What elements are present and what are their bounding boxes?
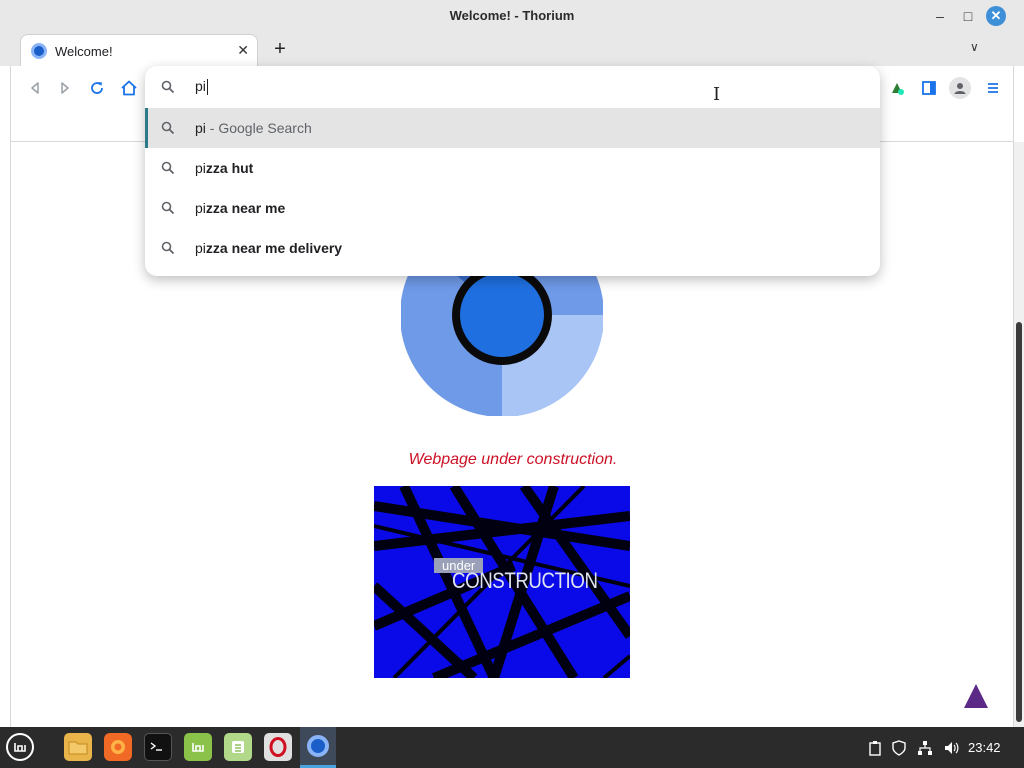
tab-strip: Welcome! ✕ + ∨ xyxy=(0,32,1024,66)
scrollbar-thumb[interactable] xyxy=(1016,322,1022,722)
volume-icon[interactable] xyxy=(942,739,960,757)
forward-icon[interactable] xyxy=(55,78,75,98)
under-construction-image: under CONSTRUCTION xyxy=(374,486,630,678)
reload-icon[interactable] xyxy=(87,78,107,98)
search-icon xyxy=(161,161,175,178)
minimize-button[interactable]: – xyxy=(930,6,950,26)
search-icon xyxy=(161,121,175,138)
address-bar[interactable]: pi I xyxy=(145,66,880,108)
tab-welcome[interactable]: Welcome! ✕ xyxy=(20,34,258,66)
maximize-button[interactable]: □ xyxy=(958,6,978,26)
calculator-icon[interactable] xyxy=(224,733,252,761)
shield-icon[interactable] xyxy=(890,739,908,757)
home-icon[interactable] xyxy=(119,78,139,98)
window-title: Welcome! - Thorium xyxy=(449,8,575,23)
extension-icon[interactable] xyxy=(887,78,907,98)
suggestion-item[interactable]: pizza hut xyxy=(145,148,880,188)
suggestion-item[interactable]: pizza near me xyxy=(145,188,880,228)
new-tab-button[interactable]: + xyxy=(270,38,290,61)
search-icon xyxy=(161,201,175,218)
search-icon xyxy=(161,241,175,258)
suggestion-text: pizza near me delivery xyxy=(195,240,343,256)
back-icon[interactable] xyxy=(25,78,45,98)
firefox-icon[interactable] xyxy=(104,733,132,761)
network-icon[interactable] xyxy=(916,739,934,757)
profile-icon[interactable] xyxy=(949,77,971,99)
terminal-icon[interactable] xyxy=(144,733,172,761)
suggestion-text: pizza hut xyxy=(195,160,254,176)
start-menu-icon[interactable] xyxy=(6,733,34,761)
address-input[interactable]: pi xyxy=(195,78,208,96)
clock[interactable]: 23:42 xyxy=(968,740,1001,755)
construction-label: CONSTRUCTION xyxy=(452,568,598,593)
thorium-icon xyxy=(307,735,329,757)
clipboard-tray-icon[interactable] xyxy=(866,739,884,757)
opera-icon[interactable] xyxy=(264,733,292,761)
construction-message: Webpage under construction. xyxy=(408,451,618,468)
suggestion-text: pizza near me xyxy=(195,200,286,216)
software-manager-icon[interactable] xyxy=(184,733,212,761)
tab-search-chevron-down-icon[interactable]: ∨ xyxy=(970,40,979,54)
suggestion-item[interactable]: pi - Google Search xyxy=(145,108,880,148)
tab-label: Welcome! xyxy=(55,44,113,59)
scroll-to-top-triangle-icon[interactable] xyxy=(964,684,988,708)
suggestion-item[interactable]: pizza near me delivery xyxy=(145,228,880,268)
menu-icon[interactable] xyxy=(983,78,1003,98)
tab-close-button[interactable]: ✕ xyxy=(237,42,249,59)
search-icon xyxy=(161,80,175,97)
files-icon[interactable] xyxy=(64,733,92,761)
page-scrollbar[interactable] xyxy=(1014,142,1024,727)
thorium-taskbar-icon[interactable] xyxy=(300,727,336,768)
suggestion-text: pi - Google Search xyxy=(195,120,312,136)
window-titlebar: Welcome! - Thorium – □ ✕ xyxy=(0,0,1024,32)
text-cursor-icon: I xyxy=(713,84,721,105)
taskbar: 23:42 xyxy=(0,727,1024,768)
side-panel-icon[interactable] xyxy=(919,78,939,98)
omnibox-dropdown: pi I pi - Google Search pizza hut pizza … xyxy=(145,66,880,276)
thorium-logo-icon xyxy=(401,254,603,416)
thorium-favicon-icon xyxy=(31,43,47,59)
close-window-button[interactable]: ✕ xyxy=(986,6,1006,26)
